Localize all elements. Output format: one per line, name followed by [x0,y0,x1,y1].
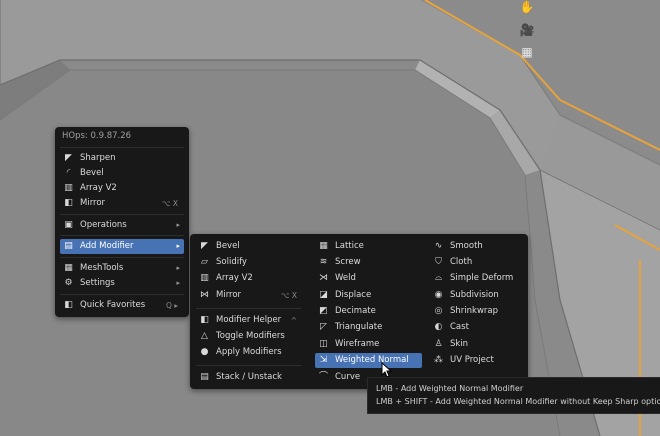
settings-icon: ⚙ [64,278,73,288]
menu-separator [60,257,184,258]
menu-item-sharpen[interactable]: ◤ Sharpen [60,151,184,166]
shortcut-hint: Q ▸ [165,301,178,310]
smooth-icon: ∿ [434,241,443,251]
array-icon: ▥ [200,273,209,283]
menu-item-quick-favorites[interactable]: ◧ Quick Favorites Q ▸ [60,298,184,313]
modifier-weld[interactable]: ⋊ Weld [315,271,420,286]
shortcut-hint: ^ [290,316,297,325]
modifier-shrinkwrap[interactable]: ◎ Shrinkwrap [430,304,535,319]
decimate-icon: ◩ [319,306,328,316]
modifier-mirror[interactable]: ⋈ Mirror ⌥ X [196,288,301,303]
modifier-skin[interactable]: ♙ Skin [430,337,535,352]
triangle-icon: △ [201,331,208,341]
skin-icon: ♙ [434,339,443,349]
mouse-cursor-icon [381,362,393,378]
menu-item-mirror[interactable]: ◧ Mirror ⌥ X [60,196,184,211]
solidify-icon: ▱ [201,257,208,267]
uv-project-icon: ⁂ [434,355,443,365]
modifier-bevel[interactable]: ◤ Bevel [196,239,301,254]
weld-icon: ⋊ [319,273,328,283]
modifier-lattice[interactable]: ▦ Lattice [315,239,420,254]
menu-item-array[interactable]: ▥ Array V2 [60,181,184,196]
array-icon: ▥ [64,183,73,193]
displace-icon: ◪ [319,290,328,300]
modifier-smooth[interactable]: ∿ Smooth [430,239,535,254]
shrinkwrap-icon: ◎ [434,306,443,316]
mirror-icon: ⋈ [200,290,209,300]
menu-item-operations[interactable]: ▣ Operations ▸ [60,218,184,233]
lattice-icon: ▦ [319,241,328,251]
menu-item-meshtools[interactable]: ▦ MeshTools ▸ [60,261,184,276]
dot-icon: ● [200,347,209,357]
menu-separator [60,147,184,148]
menu-item-settings[interactable]: ⚙ Settings ▸ [60,276,184,291]
tooltip-line-1: LMB - Add Weighted Normal Modifier [376,384,524,393]
stack-icon: ▤ [200,372,209,382]
cast-icon: ◐ [434,322,443,332]
add-modifier-icon: ▤ [64,241,73,251]
meshtools-icon: ▦ [64,263,73,273]
helper-icon: ◧ [200,315,209,325]
modifier-simple-deform[interactable]: ⌓ Simple Deform [430,271,535,286]
menu-separator [60,235,184,236]
pan-hand-icon[interactable]: ✋ [519,0,535,14]
toggle-modifiers[interactable]: △ Toggle Modifiers [196,329,301,344]
bevel-icon: ◜ [66,168,71,178]
grid-icon[interactable]: ▦ [519,45,535,59]
modifier-displace[interactable]: ◪ Displace [315,288,420,303]
camera-icon[interactable]: 🎥 [519,23,535,37]
bevel-icon: ◤ [201,241,208,251]
operations-icon: ▣ [64,220,73,230]
modifier-helper[interactable]: ◧ Modifier Helper ^ [196,313,301,328]
triangulate-icon: ◸ [320,322,327,332]
weighted-normal-icon: ⇲ [319,355,328,365]
modifier-weighted-normal[interactable]: ⇲ Weighted Normal [315,353,422,368]
favorites-icon: ◧ [64,300,73,310]
menu-separator [196,365,301,366]
modifier-uv-project[interactable]: ⁂ UV Project [430,353,535,368]
modifier-wireframe[interactable]: ◫ Wireframe [315,337,420,352]
tooltip-line-2: LMB + SHIFT - Add Weighted Normal Modifi… [376,397,660,406]
simple-deform-icon: ⌓ [434,273,443,283]
subdivision-icon: ◉ [434,290,443,300]
submenu-arrow-icon: ▸ [176,264,180,272]
stack-unstack[interactable]: ▤ Stack / Unstack [196,370,301,385]
submenu-arrow-icon: ▸ [176,279,180,287]
curve-icon: ⌒ [318,372,328,382]
modifier-cast[interactable]: ◐ Cast [430,320,535,335]
submenu-arrow-icon: ▸ [176,221,180,229]
submenu-arrow-icon: ▸ [176,242,180,250]
modifier-solidify[interactable]: ▱ Solidify [196,255,301,270]
menu-separator [60,214,184,215]
screw-icon: ≋ [319,257,328,267]
add-modifier-submenu: ◤ Bevel ▱ Solidify ▥ Array V2 ⋈ Mirror ⌥… [190,234,528,389]
sharpen-icon: ◤ [65,153,72,163]
apply-modifiers[interactable]: ● Apply Modifiers [196,345,301,360]
modifier-subdivision[interactable]: ◉ Subdivision [430,288,535,303]
menu-item-bevel[interactable]: ◜ Bevel [60,166,184,181]
menu-item-add-modifier[interactable]: ▤ Add Modifier ▸ [60,239,184,254]
cloth-icon: ⛉ [435,257,442,267]
menu-title: HOps: 0.9.87.26 [62,131,132,141]
modifier-decimate[interactable]: ◩ Decimate [315,304,420,319]
hops-menu: HOps: 0.9.87.26 ◤ Sharpen ◜ Bevel ▥ Arra… [55,127,189,317]
modifier-array[interactable]: ▥ Array V2 [196,271,301,286]
mirror-icon: ◧ [64,198,73,208]
tooltip: LMB - Add Weighted Normal Modifier LMB +… [367,377,660,414]
modifier-triangulate[interactable]: ◸ Triangulate [315,320,420,335]
modifier-cloth[interactable]: ⛉ Cloth [430,255,535,270]
shortcut-hint: ⌥ X [161,199,178,208]
menu-separator [196,308,301,309]
shortcut-hint: ⌥ X [280,291,297,300]
wireframe-icon: ◫ [319,339,328,349]
modifier-screw[interactable]: ≋ Screw [315,255,420,270]
menu-separator [60,294,184,295]
